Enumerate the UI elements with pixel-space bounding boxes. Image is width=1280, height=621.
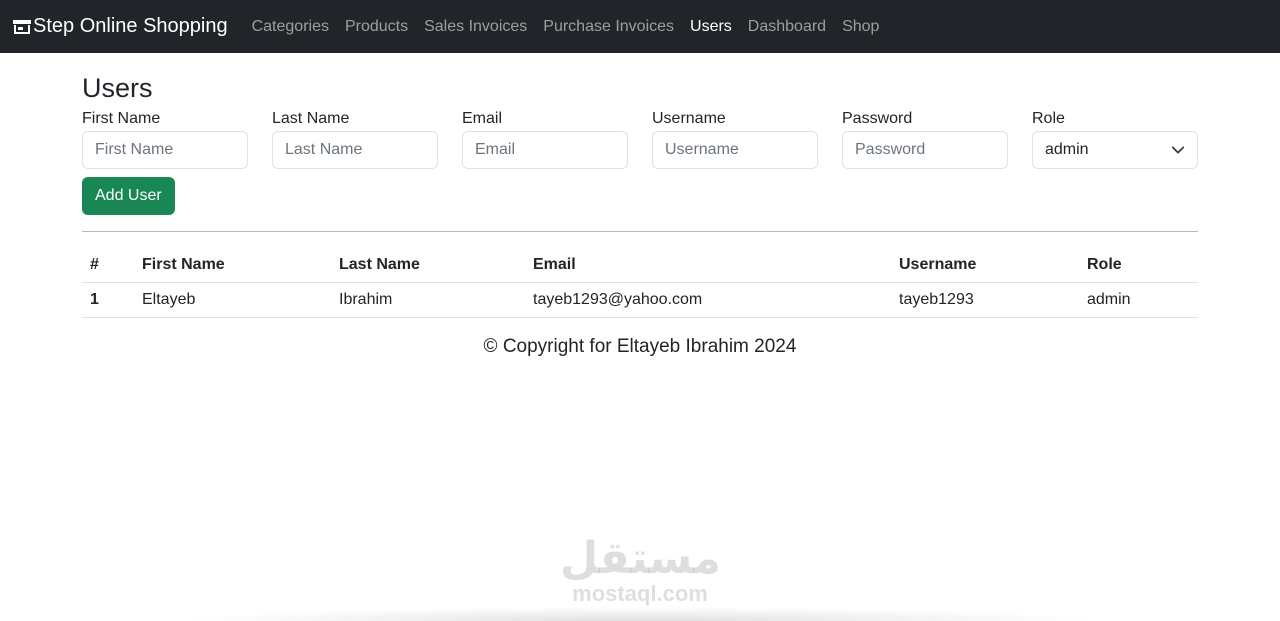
cell-last-name: Ibrahim bbox=[331, 282, 525, 318]
username-label: Username bbox=[652, 110, 726, 127]
users-table: # First Name Last Name Email Username Ro… bbox=[82, 248, 1198, 318]
email-group: Email bbox=[462, 110, 628, 169]
role-label: Role bbox=[1032, 110, 1065, 127]
nav-link-categories[interactable]: Categories bbox=[244, 18, 337, 36]
role-select[interactable]: admin bbox=[1032, 131, 1198, 169]
nav-link-purchase-invoices[interactable]: Purchase Invoices bbox=[535, 18, 682, 36]
password-label: Password bbox=[842, 110, 913, 127]
password-input[interactable] bbox=[842, 131, 1008, 169]
column-header-number: # bbox=[82, 248, 134, 283]
brand-link[interactable]: Step Online Shopping bbox=[12, 15, 228, 38]
table-row: 1 Eltayeb Ibrahim tayeb1293@yahoo.com ta… bbox=[82, 282, 1198, 318]
cell-first-name: Eltayeb bbox=[134, 282, 331, 318]
page-title: Users bbox=[82, 73, 153, 103]
role-selected-value: admin bbox=[1045, 141, 1089, 158]
email-label: Email bbox=[462, 110, 503, 127]
watermark-arabic-text: مستقل bbox=[560, 533, 721, 584]
last-name-group: Last Name bbox=[272, 110, 438, 169]
table-header-row: # First Name Last Name Email Username Ro… bbox=[82, 248, 1198, 283]
column-header-role: Role bbox=[1079, 248, 1198, 283]
first-name-input[interactable] bbox=[82, 131, 248, 169]
nav-link-users[interactable]: Users bbox=[682, 18, 740, 36]
shop-icon bbox=[13, 19, 31, 34]
nav-link-dashboard[interactable]: Dashboard bbox=[740, 18, 834, 36]
watermark-logo: مستقل mostaql.com bbox=[560, 533, 721, 606]
email-input[interactable] bbox=[462, 131, 628, 169]
bottom-shadow bbox=[180, 607, 1100, 621]
last-name-label: Last Name bbox=[272, 110, 350, 127]
brand-name: Step Online Shopping bbox=[33, 15, 228, 37]
top-navbar: Step Online Shopping Categories Products… bbox=[0, 0, 1280, 53]
column-header-last-name: Last Name bbox=[331, 248, 525, 283]
password-group: Password bbox=[842, 110, 1008, 169]
nav-links: Categories Products Sales Invoices Purch… bbox=[244, 18, 888, 36]
nav-link-shop[interactable]: Shop bbox=[834, 18, 887, 36]
cell-username: tayeb1293 bbox=[891, 282, 1079, 318]
username-group: Username bbox=[652, 110, 818, 169]
form-row: First Name Last Name Email Username Pass… bbox=[82, 110, 1198, 169]
chevron-down-icon bbox=[1171, 146, 1185, 154]
column-header-username: Username bbox=[891, 248, 1079, 283]
divider bbox=[82, 231, 1198, 232]
copyright-footer: © Copyright for Eltayeb Ibrahim 2024 bbox=[483, 335, 797, 357]
username-input[interactable] bbox=[652, 131, 818, 169]
first-name-label: First Name bbox=[82, 110, 161, 127]
nav-link-sales-invoices[interactable]: Sales Invoices bbox=[416, 18, 535, 36]
main-content: Users First Name Last Name Email Usernam… bbox=[82, 72, 1198, 358]
add-user-button[interactable]: Add User bbox=[82, 177, 175, 215]
column-header-first-name: First Name bbox=[134, 248, 331, 283]
cell-role: admin bbox=[1079, 282, 1198, 318]
column-header-email: Email bbox=[525, 248, 891, 283]
nav-link-products[interactable]: Products bbox=[337, 18, 416, 36]
cell-email: tayeb1293@yahoo.com bbox=[525, 282, 891, 318]
watermark-latin-text: mostaql.com bbox=[572, 581, 708, 606]
role-group: Role admin bbox=[1032, 110, 1198, 169]
last-name-input[interactable] bbox=[272, 131, 438, 169]
first-name-group: First Name bbox=[82, 110, 248, 169]
add-user-form: First Name Last Name Email Username Pass… bbox=[82, 110, 1198, 215]
cell-number: 1 bbox=[82, 282, 134, 318]
